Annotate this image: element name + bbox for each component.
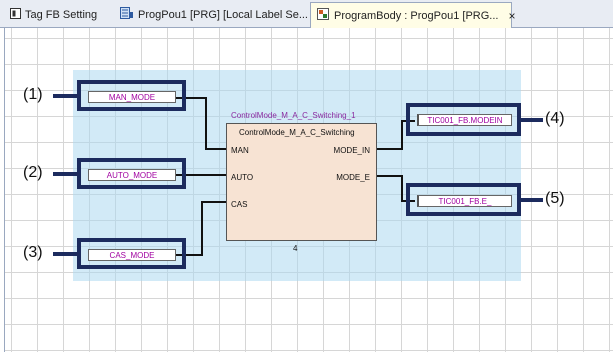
tab-label: Tag FB Setting — [25, 8, 98, 21]
fb-output-mode-e[interactable]: MODE_E — [336, 173, 370, 182]
fb-instance-name[interactable]: ControlMode_M_A_C_Switching_1 — [231, 111, 356, 120]
callout-1: (1) — [23, 86, 43, 103]
highlight-box-3 — [77, 238, 186, 269]
leader-line-5 — [521, 198, 543, 202]
wire — [401, 175, 403, 202]
wire — [377, 175, 403, 177]
step-number: 4 — [293, 244, 298, 253]
program-canvas[interactable]: ControlMode_M_A_C_Switching_1 ControlMod… — [4, 28, 613, 352]
tab-local-label[interactable]: ProgPou1 [PRG] [Local Label Se... — [114, 3, 314, 26]
program-body-icon — [317, 8, 330, 23]
highlight-box-4 — [406, 103, 521, 136]
leader-line-2 — [53, 172, 77, 176]
tab-label: ProgramBody : ProgPou1 [PRG... — [334, 9, 499, 22]
fb-input-man[interactable]: MAN — [231, 146, 249, 155]
fb-input-auto[interactable]: AUTO — [231, 173, 253, 182]
close-icon[interactable]: × — [508, 9, 515, 23]
tab-tag-fb-setting[interactable]: Tag FB Setting — [4, 3, 103, 26]
tab-label: ProgPou1 [PRG] [Local Label Se... — [138, 8, 308, 21]
tab-program-body[interactable]: ProgramBody : ProgPou1 [PRG... × — [310, 2, 515, 28]
tag-fb-setting-icon — [10, 7, 21, 22]
wire — [205, 97, 207, 150]
callout-2: (2) — [23, 164, 43, 181]
leader-line-3 — [53, 252, 77, 256]
highlight-box-1 — [77, 80, 186, 111]
fb-input-cas[interactable]: CAS — [231, 200, 247, 209]
leader-line-4 — [521, 118, 543, 122]
wire — [201, 201, 203, 256]
highlight-box-2 — [77, 158, 186, 189]
callout-4: (4) — [545, 110, 565, 127]
fb-output-mode-in[interactable]: MODE_IN — [334, 146, 370, 155]
highlight-box-5 — [406, 183, 521, 216]
function-block[interactable]: ControlMode_M_A_C_Switching MAN AUTO CAS… — [226, 123, 377, 241]
fb-type-name: ControlMode_M_A_C_Switching — [239, 128, 355, 137]
callout-5: (5) — [545, 190, 565, 207]
wire — [377, 148, 403, 150]
callout-3: (3) — [23, 244, 43, 261]
wire — [201, 201, 226, 203]
wire — [205, 148, 226, 150]
wire — [401, 120, 403, 150]
local-label-icon — [120, 7, 134, 22]
tab-bar: Tag FB Setting ProgPou1 [PRG] [Local Lab… — [0, 0, 613, 28]
leader-line-1 — [53, 94, 77, 98]
